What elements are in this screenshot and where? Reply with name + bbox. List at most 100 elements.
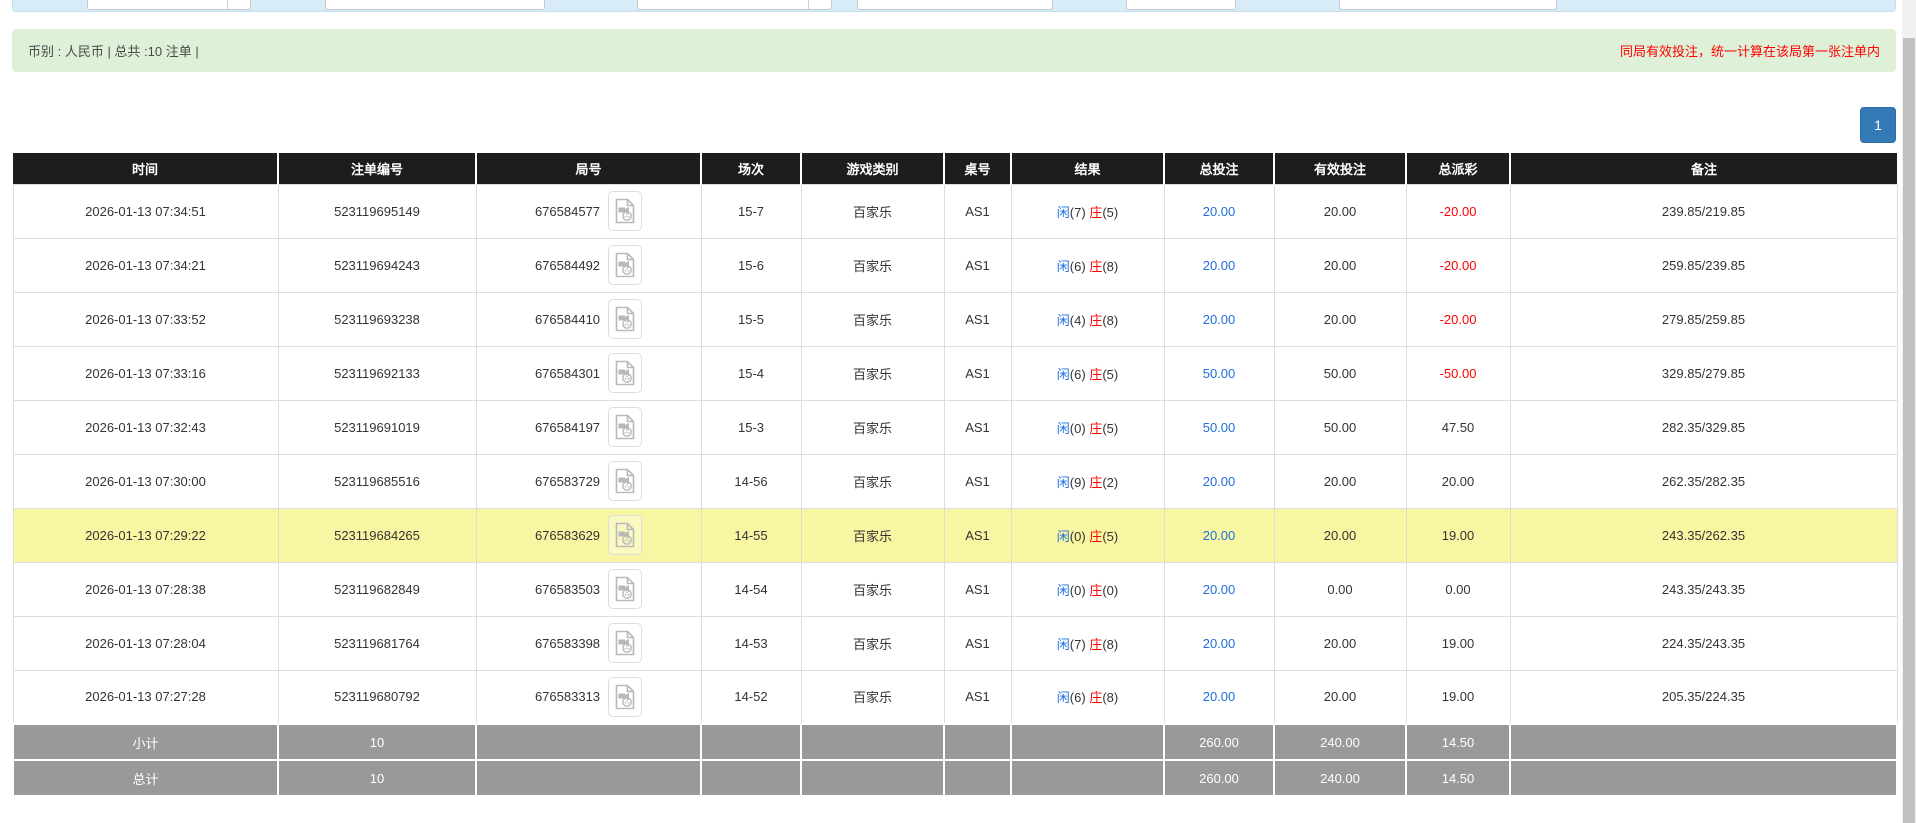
result-player-score: (9) <box>1070 475 1086 490</box>
table-row: 2026-01-13 07:33:16523119692133676584301… <box>13 346 1897 400</box>
col-header-round-id: 局号 <box>476 153 701 184</box>
cell-session: 14-55 <box>701 508 801 562</box>
scrollbar-thumb[interactable] <box>1903 38 1915 823</box>
result-player-label: 闲 <box>1057 690 1070 705</box>
video-replay-button[interactable] <box>608 623 642 663</box>
video-replay-button[interactable] <box>608 677 642 717</box>
cell-round: 676584197 <box>476 400 701 454</box>
cell-table-no: AS1 <box>944 292 1011 346</box>
cell-remark: 262.35/282.35 <box>1510 454 1897 508</box>
cell-time: 2026-01-13 07:30:00 <box>13 454 278 508</box>
result-banker-label: 庄 <box>1089 529 1102 544</box>
result-banker-score: (5) <box>1102 529 1118 544</box>
result-banker-score: (5) <box>1102 367 1118 382</box>
cell-session: 14-56 <box>701 454 801 508</box>
filter-input-stub[interactable] <box>325 0 545 10</box>
cell-game-type: 百家乐 <box>801 346 944 400</box>
filter-select-stub[interactable] <box>637 0 832 10</box>
cell-round: 676583629 <box>476 508 701 562</box>
result-player-score: (0) <box>1070 421 1086 436</box>
video-icon <box>615 252 635 278</box>
cell-bet-id: 523119684265 <box>278 508 476 562</box>
cell-round: 676583313 <box>476 670 701 724</box>
empty-cell <box>801 724 944 760</box>
video-replay-button[interactable] <box>608 353 642 393</box>
pagination: 1 <box>12 107 1896 143</box>
result-player-score: (0) <box>1070 583 1086 598</box>
cell-game-type: 百家乐 <box>801 184 944 238</box>
cell-game-type: 百家乐 <box>801 400 944 454</box>
cell-session: 15-6 <box>701 238 801 292</box>
cell-bet-id: 523119692133 <box>278 346 476 400</box>
cell-time: 2026-01-13 07:27:28 <box>13 670 278 724</box>
cell-total-bet: 20.00 <box>1164 238 1274 292</box>
cell-payout: 19.00 <box>1406 670 1510 724</box>
empty-cell <box>801 760 944 796</box>
round-wrap: 676584197 <box>477 407 701 447</box>
round-wrap: 676584577 <box>477 191 701 231</box>
cell-remark: 259.85/239.85 <box>1510 238 1897 292</box>
subtotal-row-count: 10 <box>278 724 476 760</box>
result-player-label: 闲 <box>1057 421 1070 436</box>
cell-valid-bet: 20.00 <box>1274 508 1406 562</box>
cell-bet-id: 523119694243 <box>278 238 476 292</box>
video-icon <box>615 414 635 440</box>
result-banker-label: 庄 <box>1089 690 1102 705</box>
subtotal-row-valid-bet: 240.00 <box>1274 724 1406 760</box>
cell-result: 闲(7) 庄(8) <box>1011 616 1164 670</box>
cell-round: 676583398 <box>476 616 701 670</box>
cell-bet-id: 523119693238 <box>278 292 476 346</box>
video-replay-button[interactable] <box>608 191 642 231</box>
filter-input-stub[interactable] <box>1339 0 1557 10</box>
result-player-score: (7) <box>1070 637 1086 652</box>
subtotal-row: 小计10260.00240.0014.50 <box>13 724 1897 760</box>
scrollbar[interactable] <box>1902 0 1916 823</box>
col-header-valid-bet: 有效投注 <box>1274 153 1406 184</box>
total-row-total-bet: 260.00 <box>1164 760 1274 796</box>
filter-input-stub[interactable] <box>857 0 1053 10</box>
cell-payout: -20.00 <box>1406 292 1510 346</box>
table-header-row: 时间 注单编号 局号 场次 游戏类别 桌号 结果 总投注 有效投注 总派彩 备注 <box>13 153 1897 184</box>
filter-input-stub[interactable] <box>1126 0 1236 10</box>
cell-bet-id: 523119680792 <box>278 670 476 724</box>
cell-valid-bet: 20.00 <box>1274 454 1406 508</box>
video-replay-button[interactable] <box>608 515 642 555</box>
round-wrap: 676583729 <box>477 461 701 501</box>
filter-select-stub[interactable] <box>87 0 251 10</box>
cell-payout: -20.00 <box>1406 184 1510 238</box>
table-row: 2026-01-13 07:28:04523119681764676583398… <box>13 616 1897 670</box>
round-wrap: 676583398 <box>477 623 701 663</box>
video-replay-button[interactable] <box>608 461 642 501</box>
result-player-score: (7) <box>1070 205 1086 220</box>
table-row: 2026-01-13 07:33:52523119693238676584410… <box>13 292 1897 346</box>
result-banker-score: (8) <box>1102 259 1118 274</box>
round-id: 676584492 <box>535 258 600 273</box>
video-replay-button[interactable] <box>608 245 642 285</box>
result-player-label: 闲 <box>1057 583 1070 598</box>
result-banker-score: (8) <box>1102 690 1118 705</box>
col-header-bet-id: 注单编号 <box>278 153 476 184</box>
cell-game-type: 百家乐 <box>801 238 944 292</box>
empty-cell <box>476 760 701 796</box>
table-row: 2026-01-13 07:29:22523119684265676583629… <box>13 508 1897 562</box>
select-divider <box>227 0 228 9</box>
video-replay-button[interactable] <box>608 569 642 609</box>
cell-table-no: AS1 <box>944 184 1011 238</box>
cell-valid-bet: 50.00 <box>1274 346 1406 400</box>
empty-cell <box>1011 760 1164 796</box>
result-banker-label: 庄 <box>1089 205 1102 220</box>
video-replay-button[interactable] <box>608 407 642 447</box>
result-player-label: 闲 <box>1057 259 1070 274</box>
page-button-1[interactable]: 1 <box>1860 107 1896 143</box>
filter-panel-cutoff <box>12 0 1896 12</box>
round-wrap: 676583313 <box>477 677 701 717</box>
video-replay-button[interactable] <box>608 299 642 339</box>
cell-result: 闲(0) 庄(5) <box>1011 400 1164 454</box>
cell-session: 15-4 <box>701 346 801 400</box>
bet-records-table: 时间 注单编号 局号 场次 游戏类别 桌号 结果 总投注 有效投注 总派彩 备注… <box>12 153 1898 797</box>
video-icon <box>615 306 635 332</box>
result-banker-label: 庄 <box>1089 421 1102 436</box>
empty-cell <box>944 724 1011 760</box>
video-icon <box>615 576 635 602</box>
col-header-total-bet: 总投注 <box>1164 153 1274 184</box>
